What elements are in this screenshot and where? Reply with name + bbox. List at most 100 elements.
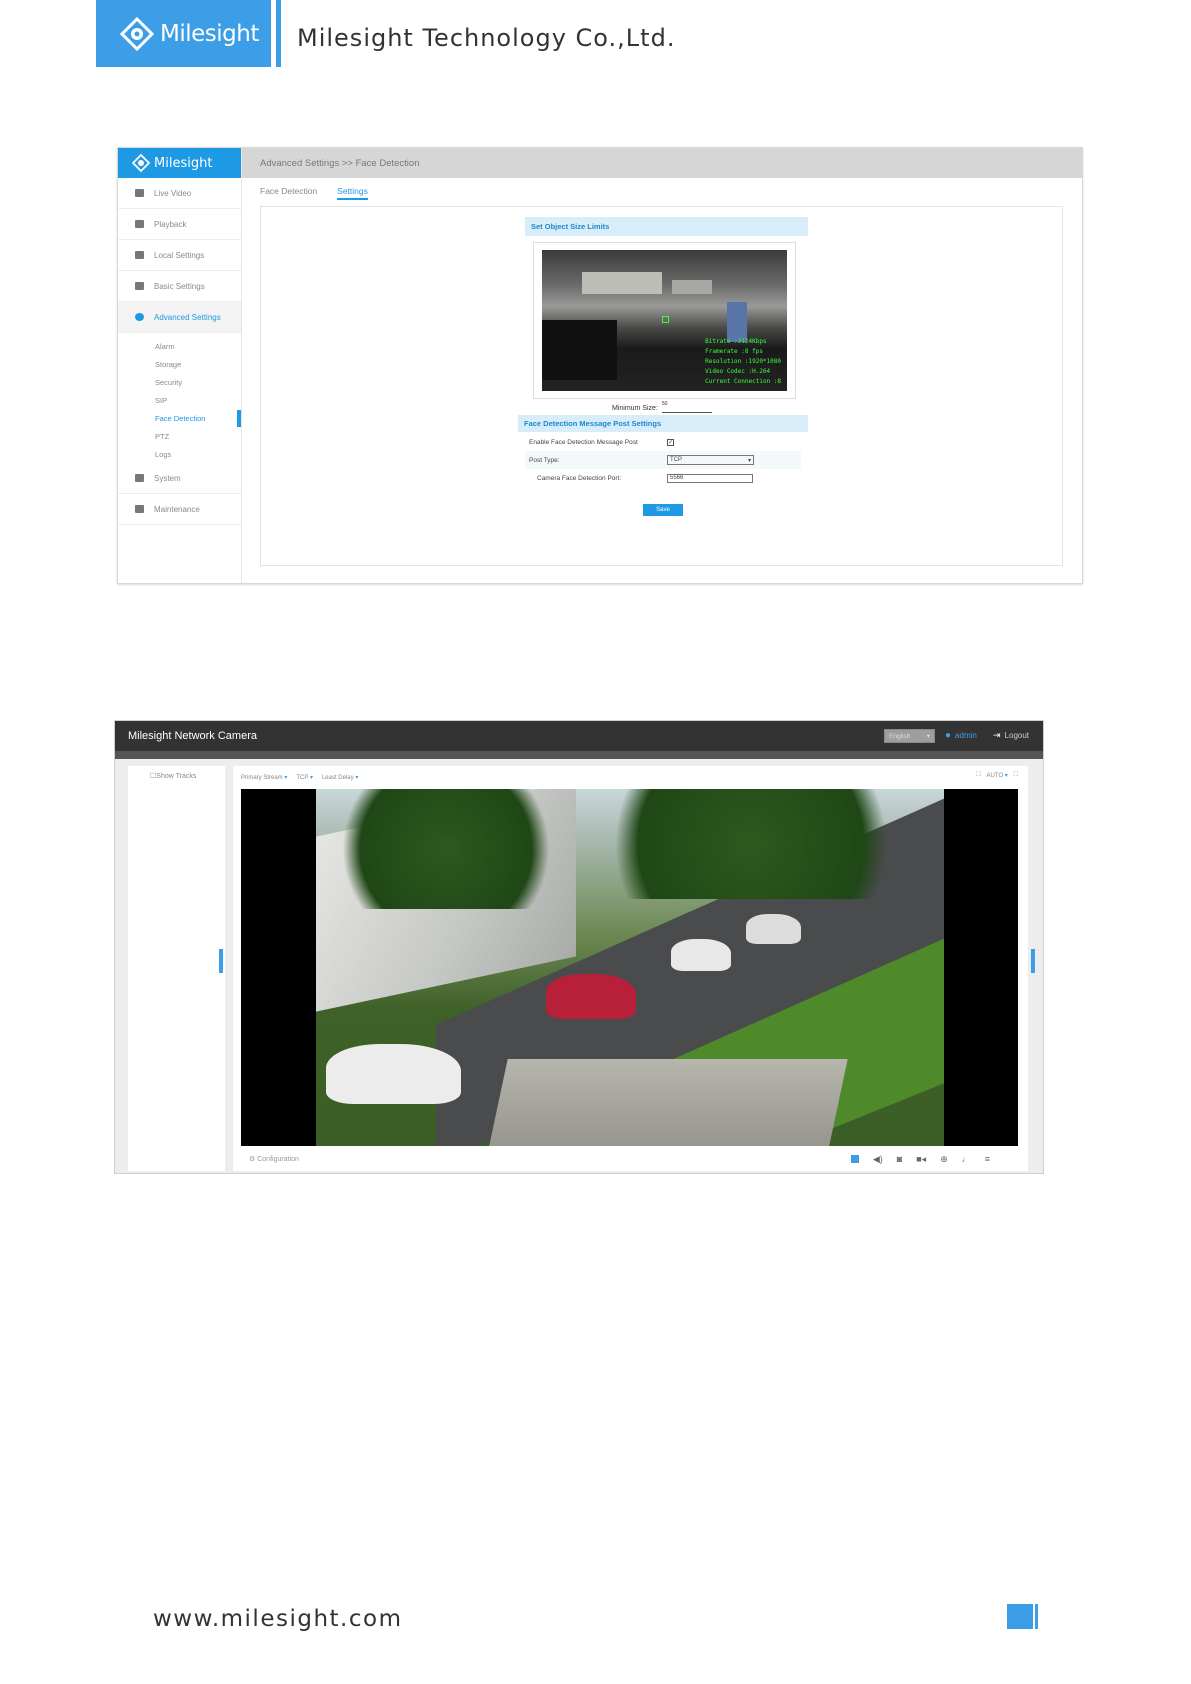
- delay-select[interactable]: Least Delay ▾: [322, 774, 358, 781]
- sidebar-item-basic-settings[interactable]: Basic Settings: [118, 271, 241, 302]
- chevron-down-icon: ▾: [747, 457, 751, 464]
- protocol-select[interactable]: TCP ▾: [296, 774, 313, 781]
- minimum-size-label: Minimum Size:: [612, 405, 658, 412]
- chevron-down-icon: ▾: [284, 775, 288, 781]
- record-icon[interactable]: ■◂: [916, 1154, 926, 1165]
- logo-text: Milesight: [160, 20, 259, 47]
- auto-select[interactable]: AUTO ▾: [987, 772, 1008, 779]
- sidebar-subitem-ptz[interactable]: PTZ: [118, 427, 241, 445]
- sidebar-subitem-alarm[interactable]: Alarm: [118, 337, 241, 355]
- bottom-toolbar: ⚙ Configuration ◀) ◙ ■◂ ⊕ ♩ ≡: [241, 1152, 1018, 1166]
- chevron-down-icon: ▾: [1004, 773, 1008, 779]
- advanced-gear-icon: [135, 313, 144, 321]
- tab-face-detection[interactable]: Face Detection: [260, 186, 317, 200]
- sidebar: Milesight Live Video Playback Local Sett…: [118, 148, 242, 583]
- white-car: [746, 914, 801, 944]
- sidebar-item-live-video[interactable]: Live Video: [118, 178, 241, 209]
- enable-message-post-checkbox[interactable]: ✓: [667, 438, 674, 446]
- minimum-size-slider[interactable]: 50: [661, 401, 712, 413]
- milesight-logo-icon: [120, 16, 154, 51]
- view-toolbar: ⛶ AUTO ▾ ⛶: [976, 772, 1018, 779]
- minimum-size: Minimum Size: 50: [612, 401, 712, 413]
- office-shelf: [672, 280, 712, 294]
- user-link[interactable]: ● admin: [945, 730, 977, 741]
- preview-video: Bitrate :3124Kbps Framerate :8 fps Resol…: [542, 250, 787, 391]
- stream-select[interactable]: Primary Stream ▾: [241, 774, 287, 781]
- tree: [571, 789, 931, 899]
- sidebar-nav: Live Video Playback Local Settings Basic…: [118, 178, 241, 525]
- page: Milesight Milesight Technology Co.,Ltd. …: [0, 0, 1191, 1684]
- sidebar-subitem-security[interactable]: Security: [118, 373, 241, 391]
- row-camera-port: Camera Face Detection Port: 5566: [525, 469, 801, 487]
- white-car: [326, 1044, 461, 1104]
- language-select[interactable]: English ▾: [884, 729, 935, 743]
- sidebar-subitem-logs[interactable]: Logs: [118, 445, 241, 463]
- live-video[interactable]: [241, 789, 1018, 1146]
- sidebar-subitem-storage[interactable]: Storage: [118, 355, 241, 373]
- gear-icon: [135, 282, 144, 290]
- logout-button[interactable]: ⇥ Logout: [993, 730, 1029, 741]
- face-detection-box: [662, 316, 669, 323]
- office-screen: [727, 302, 747, 342]
- tracks-panel: ☐Show Tracks: [128, 766, 225, 1171]
- tab-settings[interactable]: Settings: [337, 186, 368, 200]
- folder-icon: [135, 251, 144, 259]
- section-header-object-size: Set Object Size Limits: [525, 217, 808, 236]
- red-car: [546, 974, 636, 1019]
- row-enable-message-post: Enable Face Detection Message Post ✓: [529, 438, 674, 446]
- company-name: Milesight Technology Co.,Ltd.: [297, 24, 676, 52]
- camera-icon: [135, 189, 144, 197]
- face-detection-settings-screenshot: Milesight Live Video Playback Local Sett…: [117, 147, 1083, 584]
- chevron-down-icon: ▾: [926, 733, 930, 740]
- speaker-icon[interactable]: ◀): [873, 1154, 883, 1165]
- zoom-icon[interactable]: ⊕: [940, 1154, 948, 1165]
- camera-port-input[interactable]: 5566: [667, 473, 753, 483]
- monitor-silhouette: [542, 320, 617, 380]
- gear-icon: ⚙: [249, 1156, 256, 1163]
- sidebar-item-local-settings[interactable]: Local Settings: [118, 240, 241, 271]
- snapshot-icon[interactable]: ◙: [897, 1154, 902, 1164]
- live-view-panel: Primary Stream ▾ TCP ▾ Least Delay ▾ ⛶ A…: [233, 766, 1028, 1171]
- logout-icon: ⇥: [993, 730, 1001, 740]
- fullscreen-icon[interactable]: ⛶: [1014, 772, 1018, 779]
- user-icon: ●: [945, 730, 952, 741]
- row-post-type: Post Type: TCP ▾: [525, 451, 801, 469]
- aspect-icon[interactable]: ⛶: [976, 772, 980, 779]
- sidebar-subnav: Alarm Storage Security SIP Face Detectio…: [118, 333, 241, 463]
- section-header-message-post: Face Detection Message Post Settings: [518, 415, 808, 432]
- maintenance-icon: [135, 505, 144, 513]
- street-scene: [316, 789, 944, 1146]
- sidebar-subitem-sip[interactable]: SIP: [118, 391, 241, 409]
- video-osd: Bitrate :3124Kbps Framerate :8 fps Resol…: [705, 338, 781, 385]
- video-preview: Bitrate :3124Kbps Framerate :8 fps Resol…: [533, 242, 796, 399]
- live-view-screenshot: Milesight Network Camera English ▾ ● admin…: [114, 720, 1044, 1174]
- sidebar-item-maintenance[interactable]: Maintenance: [118, 494, 241, 525]
- chevron-down-icon: ▾: [355, 775, 359, 781]
- office-shelf: [582, 272, 662, 294]
- milesight-logo-icon: [132, 154, 150, 172]
- monitor-icon: [135, 474, 144, 482]
- header-divider: [276, 0, 281, 67]
- sidebar-item-system[interactable]: System: [118, 463, 241, 494]
- sidebar-item-advanced-settings[interactable]: Advanced Settings: [118, 302, 241, 333]
- title-underbar: [115, 751, 1043, 759]
- sidebar-item-playback[interactable]: Playback: [118, 209, 241, 240]
- sidebar-brand: Milesight: [118, 148, 241, 178]
- stop-icon[interactable]: [850, 1155, 859, 1163]
- collapse-right-handle[interactable]: [1031, 949, 1035, 973]
- settings-sliders-icon[interactable]: ≡: [985, 1154, 990, 1164]
- save-button[interactable]: Save: [643, 504, 683, 516]
- microphone-icon[interactable]: ♩: [962, 1154, 971, 1164]
- configuration-link[interactable]: ⚙ Configuration: [249, 1155, 299, 1163]
- post-type-select[interactable]: TCP ▾: [667, 455, 754, 465]
- chevron-down-icon: ▾: [309, 775, 313, 781]
- sidebar-brand-text: Milesight: [154, 155, 213, 171]
- white-car: [671, 939, 731, 971]
- sidebar-subitem-face-detection[interactable]: Face Detection: [118, 409, 241, 427]
- tree: [316, 789, 576, 909]
- stream-toolbar: Primary Stream ▾ TCP ▾ Least Delay ▾: [241, 774, 358, 781]
- show-tracks-checkbox[interactable]: ☐Show Tracks: [150, 772, 196, 780]
- collapse-left-handle[interactable]: [219, 949, 223, 973]
- footer-logo-bar: [1035, 1604, 1038, 1629]
- breadcrumb: Advanced Settings >> Face Detection: [242, 148, 1082, 178]
